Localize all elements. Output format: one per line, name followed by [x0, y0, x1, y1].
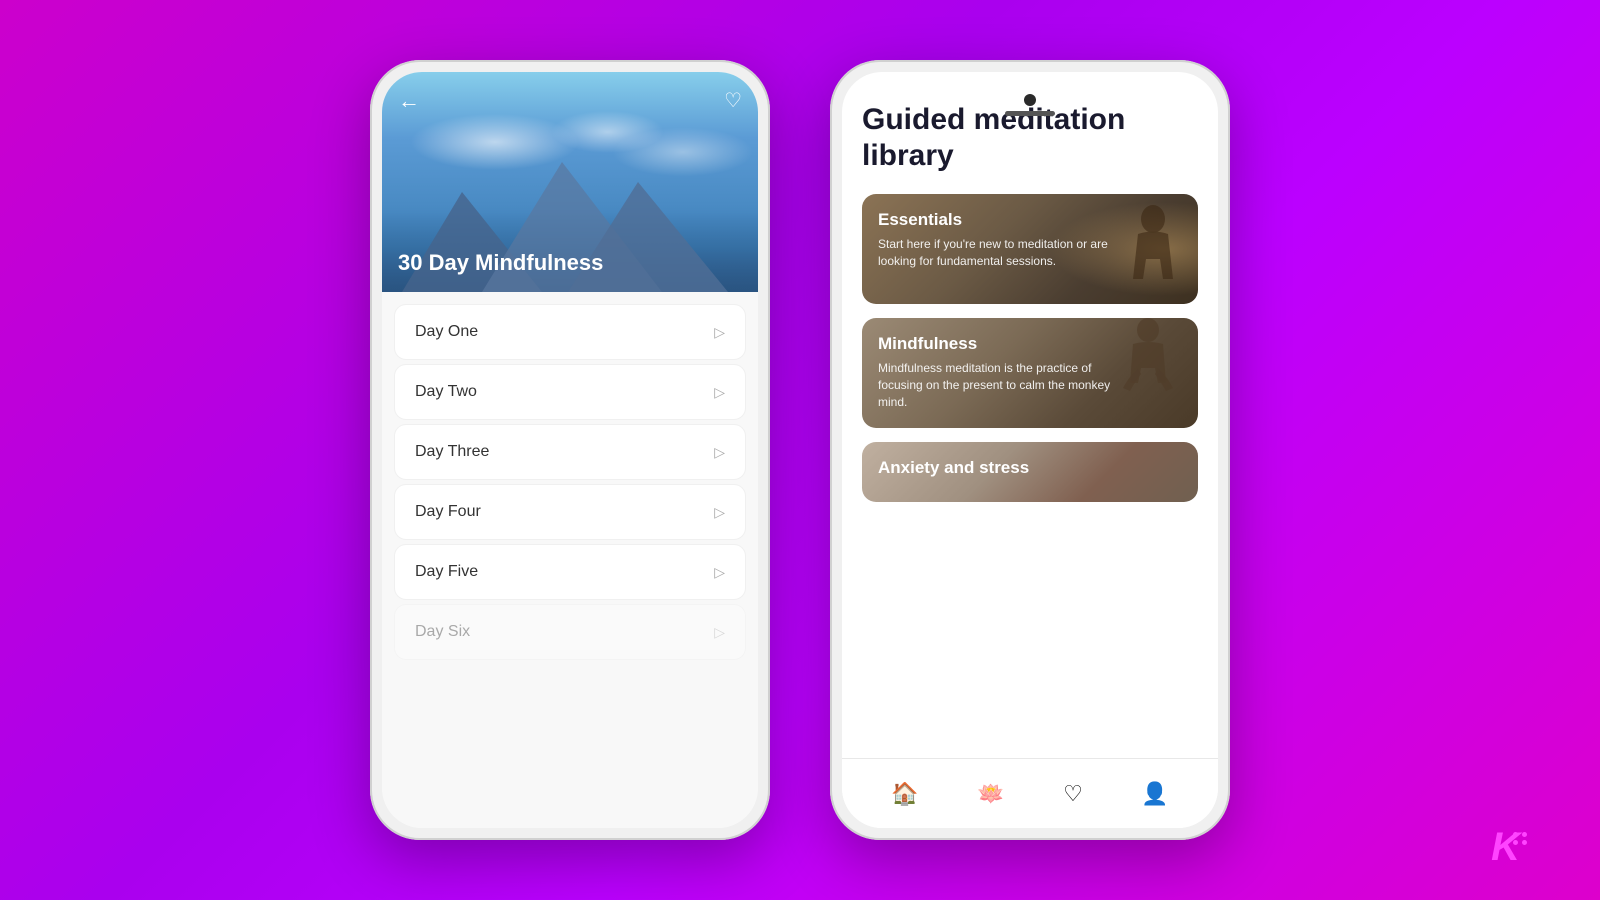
phone-2-camera [1024, 94, 1036, 106]
card-mindfulness-content: Mindfulness Mindfulness meditation is th… [862, 318, 1198, 426]
nav-home[interactable]: 🏠 [883, 773, 926, 815]
phone-2-top-bar [1005, 86, 1055, 116]
phone-2-speaker [1005, 111, 1055, 116]
profile-icon: 👤 [1141, 781, 1168, 807]
phones-container: ← ♡ 30 Day Mindfulness Day One ▷ Day Two… [370, 60, 1230, 840]
card-anxiety[interactable]: Anxiety and stress [862, 442, 1198, 502]
nav-meditate[interactable]: 🪷 [969, 773, 1012, 815]
day-item-6: Day Six ▷ [394, 604, 746, 660]
play-icon-6: ▷ [714, 624, 725, 641]
play-icon-3[interactable]: ▷ [714, 444, 725, 461]
day-label-3: Day Three [415, 443, 489, 461]
day-item-5[interactable]: Day Five ▷ [394, 544, 746, 600]
phone-1-screen: ← ♡ 30 Day Mindfulness Day One ▷ Day Two… [382, 72, 758, 828]
course-title: 30 Day Mindfulness [398, 250, 603, 276]
card-mindfulness[interactable]: Mindfulness Mindfulness meditation is th… [862, 318, 1198, 428]
day-item-4[interactable]: Day Four ▷ [394, 484, 746, 540]
card-essentials[interactable]: Essentials Start here if you're new to m… [862, 194, 1198, 304]
anxiety-title: Anxiety and stress [878, 458, 1182, 478]
card-anxiety-content: Anxiety and stress [862, 442, 1198, 500]
day-item-3[interactable]: Day Three ▷ [394, 424, 746, 480]
bottom-navigation: 🏠 🪷 ♡ 👤 [842, 758, 1218, 828]
meditate-icon: 🪷 [977, 781, 1004, 807]
day-item-2[interactable]: Day Two ▷ [394, 364, 746, 420]
card-essentials-content: Essentials Start here if you're new to m… [862, 194, 1198, 286]
phone-1: ← ♡ 30 Day Mindfulness Day One ▷ Day Two… [370, 60, 770, 840]
phone-2: Guided meditation library Essentials Sta… [830, 60, 1230, 840]
logo-dot-2 [1522, 832, 1527, 837]
favorites-icon: ♡ [1063, 781, 1083, 807]
phone-2-screen: Guided meditation library Essentials Sta… [842, 72, 1218, 828]
nav-profile[interactable]: 👤 [1133, 773, 1176, 815]
day-label-4: Day Four [415, 503, 481, 521]
logo-dot-4 [1522, 840, 1527, 845]
play-icon-1[interactable]: ▷ [714, 324, 725, 341]
day-item-1[interactable]: Day One ▷ [394, 304, 746, 360]
screen-2-content: Guided meditation library Essentials Sta… [842, 72, 1218, 828]
essentials-desc: Start here if you're new to meditation o… [878, 236, 1118, 270]
knowtechie-logo: K [1491, 825, 1520, 870]
library-content: Guided meditation library Essentials Sta… [842, 72, 1218, 758]
back-button[interactable]: ← [398, 88, 420, 114]
nav-favorites[interactable]: ♡ [1055, 773, 1091, 815]
mindfulness-desc: Mindfulness meditation is the practice o… [878, 360, 1118, 410]
play-icon-4[interactable]: ▷ [714, 504, 725, 521]
essentials-title: Essentials [878, 210, 1182, 230]
day-label-5: Day Five [415, 563, 478, 581]
day-label-1: Day One [415, 323, 478, 341]
favorite-button[interactable]: ♡ [724, 88, 742, 113]
play-icon-5[interactable]: ▷ [714, 564, 725, 581]
day-label-6: Day Six [415, 623, 470, 641]
hero-banner: ← ♡ 30 Day Mindfulness [382, 72, 758, 292]
day-label-2: Day Two [415, 383, 477, 401]
screen-1-content: ← ♡ 30 Day Mindfulness Day One ▷ Day Two… [382, 72, 758, 828]
home-icon: 🏠 [891, 781, 918, 807]
mindfulness-title: Mindfulness [878, 334, 1182, 354]
play-icon-2[interactable]: ▷ [714, 384, 725, 401]
days-list: Day One ▷ Day Two ▷ Day Three ▷ Day Four… [382, 292, 758, 828]
